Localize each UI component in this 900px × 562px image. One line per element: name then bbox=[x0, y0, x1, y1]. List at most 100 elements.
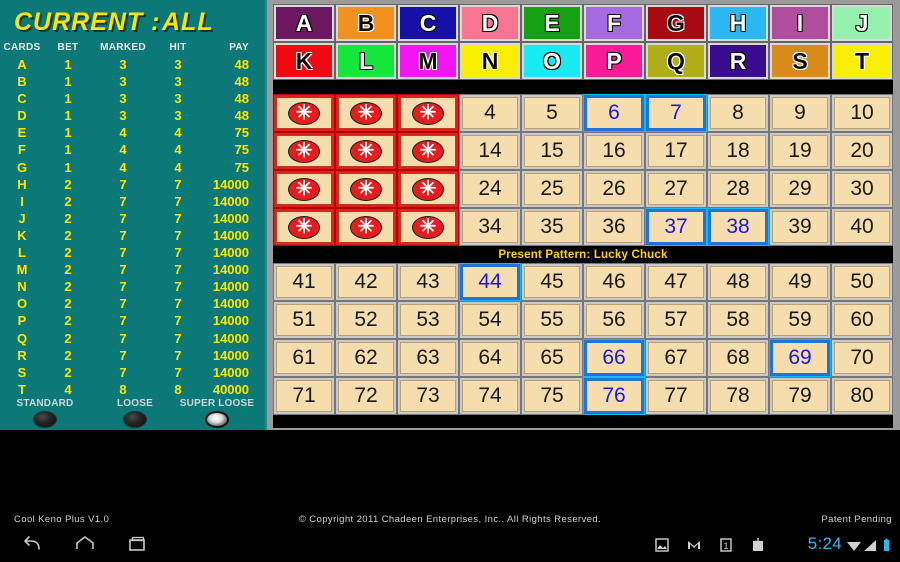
number-cell-61[interactable]: 61 bbox=[273, 339, 335, 377]
back-icon[interactable] bbox=[22, 535, 44, 555]
number-cell-52[interactable]: 52 bbox=[335, 301, 397, 339]
number-cell-67[interactable]: 67 bbox=[645, 339, 707, 377]
number-cell-57[interactable]: 57 bbox=[645, 301, 707, 339]
number-cell-1[interactable]: ✳ bbox=[273, 94, 335, 132]
number-cell-26[interactable]: 26 bbox=[583, 170, 645, 208]
letter-button-i[interactable]: I bbox=[769, 4, 831, 42]
number-cell-16[interactable]: 16 bbox=[583, 132, 645, 170]
number-cell-37[interactable]: 37 bbox=[645, 208, 707, 246]
letter-button-s[interactable]: S bbox=[769, 42, 831, 80]
number-cell-2[interactable]: ✳ bbox=[335, 94, 397, 132]
number-cell-50[interactable]: 50 bbox=[831, 263, 893, 301]
number-cell-21[interactable]: ✳ bbox=[273, 170, 335, 208]
number-cell-44[interactable]: 44 bbox=[459, 263, 521, 301]
letter-button-d[interactable]: D bbox=[459, 4, 521, 42]
number-cell-34[interactable]: 34 bbox=[459, 208, 521, 246]
number-cell-7[interactable]: 7 bbox=[645, 94, 707, 132]
number-cell-3[interactable]: ✳ bbox=[397, 94, 459, 132]
number-cell-73[interactable]: 73 bbox=[397, 377, 459, 415]
number-cell-20[interactable]: 20 bbox=[831, 132, 893, 170]
number-cell-53[interactable]: 53 bbox=[397, 301, 459, 339]
number-cell-79[interactable]: 79 bbox=[769, 377, 831, 415]
number-cell-51[interactable]: 51 bbox=[273, 301, 335, 339]
letter-button-l[interactable]: L bbox=[335, 42, 397, 80]
number-cell-36[interactable]: 36 bbox=[583, 208, 645, 246]
number-cell-47[interactable]: 47 bbox=[645, 263, 707, 301]
number-cell-9[interactable]: 9 bbox=[769, 94, 831, 132]
number-cell-33[interactable]: ✳ bbox=[397, 208, 459, 246]
letter-button-k[interactable]: K bbox=[273, 42, 335, 80]
letter-button-a[interactable]: A bbox=[273, 4, 335, 42]
number-cell-77[interactable]: 77 bbox=[645, 377, 707, 415]
number-cell-31[interactable]: ✳ bbox=[273, 208, 335, 246]
number-cell-78[interactable]: 78 bbox=[707, 377, 769, 415]
number-cell-66[interactable]: 66 bbox=[583, 339, 645, 377]
number-cell-46[interactable]: 46 bbox=[583, 263, 645, 301]
number-cell-12[interactable]: ✳ bbox=[335, 132, 397, 170]
number-cell-42[interactable]: 42 bbox=[335, 263, 397, 301]
number-cell-59[interactable]: 59 bbox=[769, 301, 831, 339]
number-cell-6[interactable]: 6 bbox=[583, 94, 645, 132]
number-cell-63[interactable]: 63 bbox=[397, 339, 459, 377]
number-cell-18[interactable]: 18 bbox=[707, 132, 769, 170]
letter-button-o[interactable]: O bbox=[521, 42, 583, 80]
number-cell-39[interactable]: 39 bbox=[769, 208, 831, 246]
number-cell-71[interactable]: 71 bbox=[273, 377, 335, 415]
number-cell-38[interactable]: 38 bbox=[707, 208, 769, 246]
number-cell-80[interactable]: 80 bbox=[831, 377, 893, 415]
number-cell-72[interactable]: 72 bbox=[335, 377, 397, 415]
number-cell-56[interactable]: 56 bbox=[583, 301, 645, 339]
letter-button-p[interactable]: P bbox=[583, 42, 645, 80]
number-cell-54[interactable]: 54 bbox=[459, 301, 521, 339]
number-cell-41[interactable]: 41 bbox=[273, 263, 335, 301]
home-icon[interactable] bbox=[74, 535, 96, 555]
letter-button-g[interactable]: G bbox=[645, 4, 707, 42]
letter-button-e[interactable]: E bbox=[521, 4, 583, 42]
letter-button-b[interactable]: B bbox=[335, 4, 397, 42]
number-cell-19[interactable]: 19 bbox=[769, 132, 831, 170]
letter-button-n[interactable]: N bbox=[459, 42, 521, 80]
letter-button-j[interactable]: J bbox=[831, 4, 893, 42]
number-cell-65[interactable]: 65 bbox=[521, 339, 583, 377]
number-cell-76[interactable]: 76 bbox=[583, 377, 645, 415]
number-cell-40[interactable]: 40 bbox=[831, 208, 893, 246]
lamp-group-super-loose[interactable]: SUPER LOOSE bbox=[168, 398, 266, 428]
number-cell-58[interactable]: 58 bbox=[707, 301, 769, 339]
number-cell-25[interactable]: 25 bbox=[521, 170, 583, 208]
number-cell-60[interactable]: 60 bbox=[831, 301, 893, 339]
lamp-group-standard[interactable]: STANDARD bbox=[2, 398, 88, 428]
recents-icon[interactable] bbox=[126, 535, 148, 555]
number-cell-17[interactable]: 17 bbox=[645, 132, 707, 170]
number-cell-13[interactable]: ✳ bbox=[397, 132, 459, 170]
number-cell-30[interactable]: 30 bbox=[831, 170, 893, 208]
number-cell-24[interactable]: 24 bbox=[459, 170, 521, 208]
number-cell-8[interactable]: 8 bbox=[707, 94, 769, 132]
number-cell-15[interactable]: 15 bbox=[521, 132, 583, 170]
number-cell-70[interactable]: 70 bbox=[831, 339, 893, 377]
number-cell-75[interactable]: 75 bbox=[521, 377, 583, 415]
letter-button-r[interactable]: R bbox=[707, 42, 769, 80]
number-cell-49[interactable]: 49 bbox=[769, 263, 831, 301]
number-cell-14[interactable]: 14 bbox=[459, 132, 521, 170]
number-cell-11[interactable]: ✳ bbox=[273, 132, 335, 170]
number-cell-55[interactable]: 55 bbox=[521, 301, 583, 339]
number-cell-62[interactable]: 62 bbox=[335, 339, 397, 377]
letter-button-h[interactable]: H bbox=[707, 4, 769, 42]
number-cell-10[interactable]: 10 bbox=[831, 94, 893, 132]
number-cell-28[interactable]: 28 bbox=[707, 170, 769, 208]
letter-button-c[interactable]: C bbox=[397, 4, 459, 42]
lamp-group-loose[interactable]: LOOSE bbox=[100, 398, 170, 428]
number-cell-43[interactable]: 43 bbox=[397, 263, 459, 301]
number-cell-22[interactable]: ✳ bbox=[335, 170, 397, 208]
number-cell-29[interactable]: 29 bbox=[769, 170, 831, 208]
number-cell-45[interactable]: 45 bbox=[521, 263, 583, 301]
number-cell-68[interactable]: 68 bbox=[707, 339, 769, 377]
number-cell-27[interactable]: 27 bbox=[645, 170, 707, 208]
number-cell-4[interactable]: 4 bbox=[459, 94, 521, 132]
number-cell-74[interactable]: 74 bbox=[459, 377, 521, 415]
number-cell-5[interactable]: 5 bbox=[521, 94, 583, 132]
number-cell-23[interactable]: ✳ bbox=[397, 170, 459, 208]
number-cell-64[interactable]: 64 bbox=[459, 339, 521, 377]
letter-button-t[interactable]: T bbox=[831, 42, 893, 80]
number-cell-69[interactable]: 69 bbox=[769, 339, 831, 377]
